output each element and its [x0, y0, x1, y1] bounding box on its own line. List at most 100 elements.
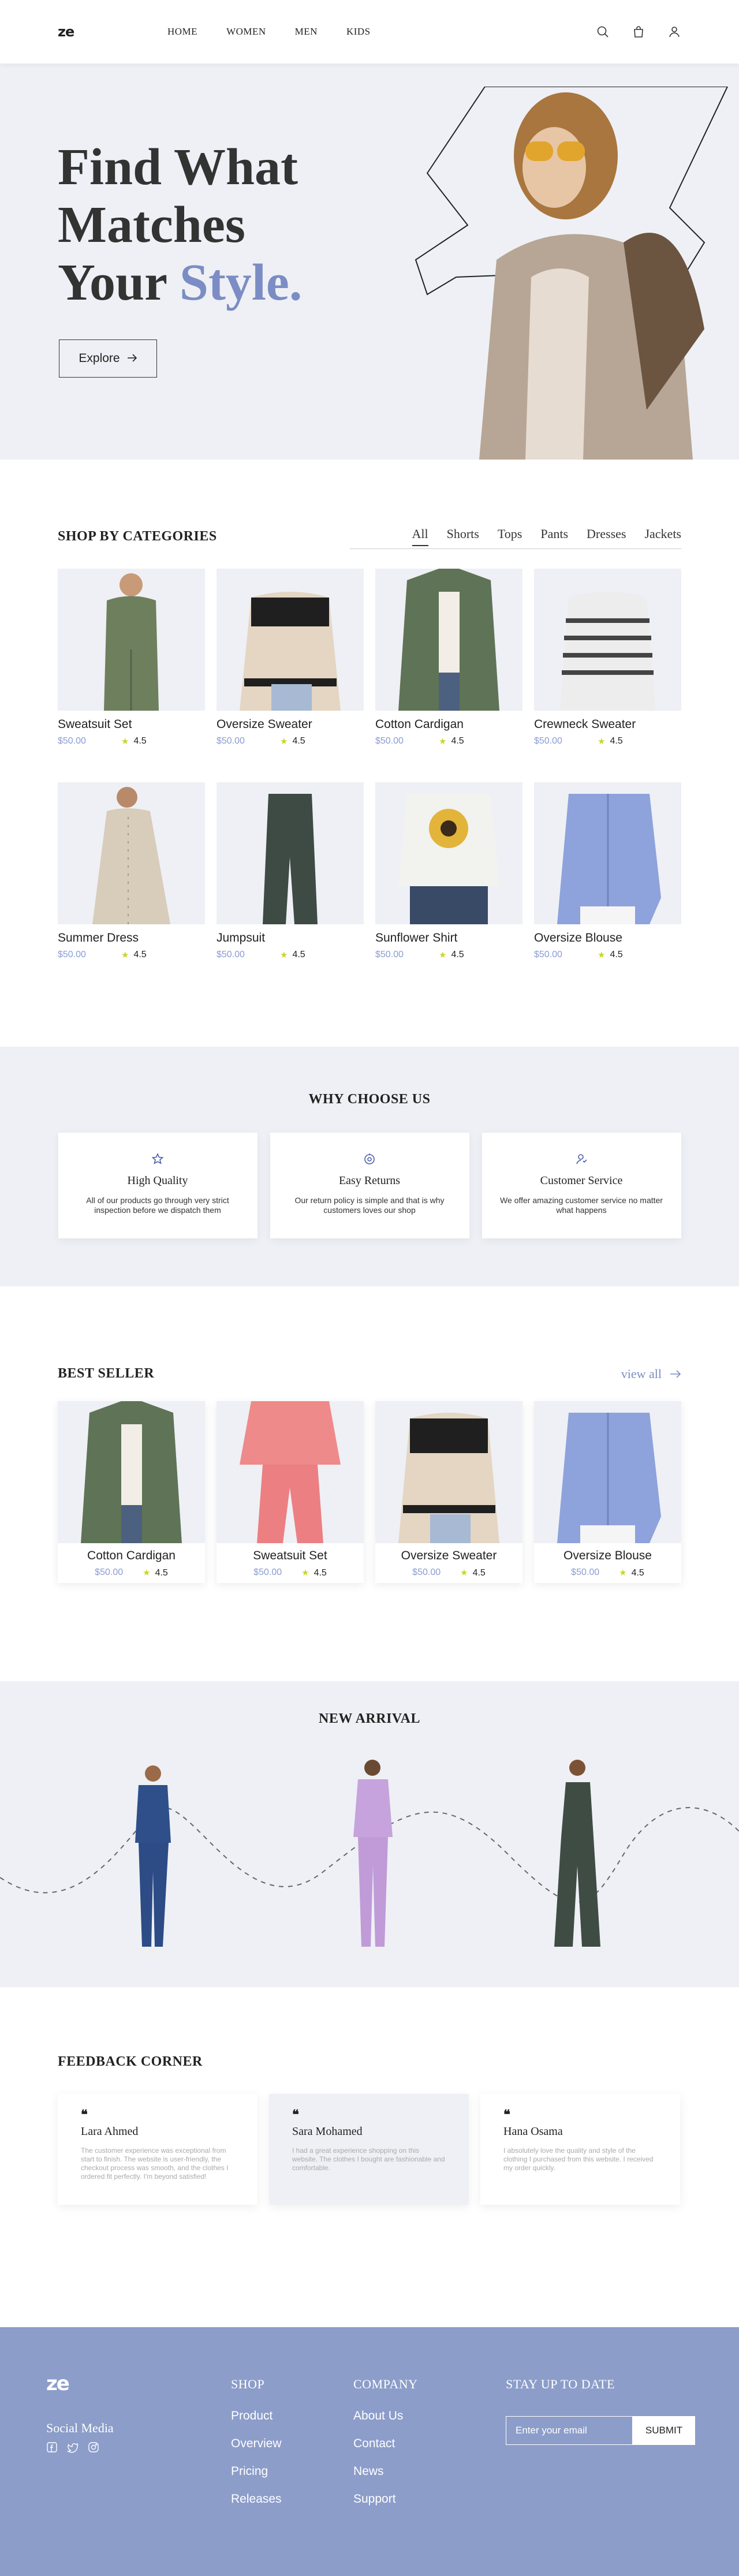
footer-link-news[interactable]: News: [353, 2465, 418, 2478]
product-card[interactable]: Oversize Blouse $50.00 ★ 4.5: [534, 782, 681, 960]
user-icon[interactable]: [667, 25, 681, 39]
twitter-icon[interactable]: [66, 2441, 79, 2453]
logo[interactable]: ze: [58, 24, 110, 40]
product-card[interactable]: Cotton Cardigan $50.00 ★ 4.5: [58, 1401, 205, 1583]
nav-home[interactable]: HOME: [167, 26, 197, 38]
star-icon: ★: [619, 1568, 627, 1578]
product-name[interactable]: Crewneck Sweater: [534, 718, 681, 731]
product-image[interactable]: [58, 782, 205, 924]
product-name[interactable]: Summer Dress: [58, 931, 205, 945]
star-icon: ★: [280, 950, 288, 960]
section-title: FEEDBACK CORNER: [58, 2054, 203, 2069]
product-name[interactable]: Sweatsuit Set: [217, 1549, 364, 1563]
reviewer-name: Lara Ahmed: [81, 2125, 139, 2138]
product-image[interactable]: [534, 782, 681, 924]
features-list: High Quality All of our products go thro…: [0, 1133, 739, 1238]
footer-link-overview[interactable]: Overview: [231, 2437, 282, 2451]
hero-heading: Find What Matches Your Style.: [58, 139, 302, 312]
product-name[interactable]: Oversize Sweater: [375, 1549, 522, 1563]
nav-women[interactable]: WOMEN: [226, 26, 266, 38]
product-card[interactable]: Summer Dress $50.00 ★ 4.5: [58, 782, 205, 960]
badge-icon: [151, 1152, 165, 1166]
product-card[interactable]: Jumpsuit $50.00 ★ 4.5: [217, 782, 364, 960]
feature-text: All of our products go through very stri…: [86, 1196, 229, 1215]
section-title: BEST SELLER: [58, 1366, 155, 1381]
product-card[interactable]: Oversize Blouse $50.00 ★ 4.5: [534, 1401, 681, 1583]
footer-link-support[interactable]: Support: [353, 2492, 418, 2506]
product-price: $50.00: [58, 736, 86, 746]
arrival-model-2: [353, 1760, 393, 1953]
product-name[interactable]: Cotton Cardigan: [375, 718, 522, 731]
product-price: $50.00: [95, 1567, 124, 1577]
product-name[interactable]: Jumpsuit: [217, 931, 364, 945]
submit-button[interactable]: SUBMIT: [633, 2416, 695, 2445]
review-card: ❝ Hana Osama I absolutely love the quali…: [480, 2094, 680, 2205]
site-footer: ze Social Media SHOP Product Overview Pr…: [0, 2327, 739, 2576]
instagram-icon[interactable]: [88, 2441, 99, 2453]
facebook-icon[interactable]: [46, 2441, 58, 2453]
view-all-link[interactable]: view all: [621, 1367, 681, 1382]
product-image[interactable]: [534, 1401, 681, 1543]
feature-card: Easy Returns Our return policy is simple…: [270, 1133, 469, 1238]
product-name[interactable]: Sweatsuit Set: [58, 718, 205, 731]
search-icon[interactable]: [596, 25, 610, 39]
product-image[interactable]: [375, 782, 522, 924]
product-name[interactable]: Oversize Blouse: [534, 931, 681, 945]
feature-title: Easy Returns: [338, 1174, 401, 1187]
subscribe-title: STAY UP TO DATE: [506, 2377, 615, 2391]
product-card[interactable]: Sunflower Shirt $50.00 ★ 4.5: [375, 782, 522, 960]
tab-all[interactable]: All: [412, 527, 428, 546]
tab-shorts[interactable]: Shorts: [447, 527, 479, 546]
product-rating: 4.5: [133, 950, 147, 960]
product-image[interactable]: [217, 569, 364, 711]
product-image[interactable]: [534, 569, 681, 711]
product-name[interactable]: Sunflower Shirt: [375, 931, 522, 945]
star-icon: ★: [280, 737, 288, 746]
footer-link-about[interactable]: About Us: [353, 2409, 418, 2423]
product-name[interactable]: Cotton Cardigan: [58, 1549, 205, 1563]
star-icon: ★: [121, 737, 129, 746]
product-name[interactable]: Oversize Sweater: [217, 718, 364, 731]
view-all-label: view all: [621, 1366, 662, 1381]
nav-kids[interactable]: KIDS: [346, 26, 371, 38]
product-image[interactable]: [375, 569, 522, 711]
footer-link-pricing[interactable]: Pricing: [231, 2465, 282, 2478]
product-card[interactable]: Crewneck Sweater $50.00 ★ 4.5: [534, 569, 681, 746]
review-text: I had a great experience shopping on thi…: [292, 2146, 445, 2172]
product-image[interactable]: [58, 1401, 205, 1543]
why-choose-us-section: WHY CHOOSE US High Quality All of our pr…: [0, 1047, 739, 1286]
star-icon: ★: [598, 950, 606, 960]
feature-card: Customer Service We offer amazing custom…: [482, 1133, 681, 1238]
email-input[interactable]: [506, 2416, 633, 2445]
product-card[interactable]: Cotton Cardigan $50.00 ★ 4.5: [375, 569, 522, 746]
footer-logo[interactable]: ze: [46, 2372, 70, 2395]
product-image[interactable]: [217, 1401, 364, 1543]
product-card[interactable]: Oversize Sweater $50.00 ★ 4.5: [217, 569, 364, 746]
tab-pants[interactable]: Pants: [540, 527, 568, 546]
explore-button[interactable]: Explore: [59, 339, 157, 378]
product-card[interactable]: Oversize Sweater $50.00 ★ 4.5: [375, 1401, 522, 1583]
footer-link-contact[interactable]: Contact: [353, 2437, 418, 2451]
review-text: The customer experience was exceptional …: [81, 2146, 229, 2181]
product-price: $50.00: [375, 950, 404, 960]
product-price: $50.00: [534, 950, 562, 960]
feature-text: We offer amazing customer service no mat…: [500, 1196, 663, 1215]
product-name[interactable]: Oversize Blouse: [534, 1549, 681, 1563]
product-image[interactable]: [375, 1401, 522, 1543]
bag-icon[interactable]: [632, 25, 645, 39]
tab-tops[interactable]: Tops: [498, 527, 522, 546]
arrow-right-icon: [670, 1367, 681, 1382]
footer-link-releases[interactable]: Releases: [231, 2492, 282, 2506]
nav-men[interactable]: MEN: [295, 26, 318, 38]
product-rating: 4.5: [292, 950, 305, 960]
tab-jackets[interactable]: Jackets: [644, 527, 681, 546]
arrival-model-3: [554, 1760, 600, 1947]
tab-dresses[interactable]: Dresses: [587, 527, 626, 546]
footer-link-product[interactable]: Product: [231, 2409, 282, 2423]
product-image[interactable]: [58, 569, 205, 711]
product-image[interactable]: [217, 782, 364, 924]
review-card: ❝ Sara Mohamed I had a great experience …: [269, 2094, 469, 2205]
product-card[interactable]: Sweatsuit Set $50.00 ★ 4.5: [58, 569, 205, 746]
product-card[interactable]: Sweatsuit Set $50.00 ★ 4.5: [217, 1401, 364, 1583]
product-price: $50.00: [534, 736, 562, 746]
